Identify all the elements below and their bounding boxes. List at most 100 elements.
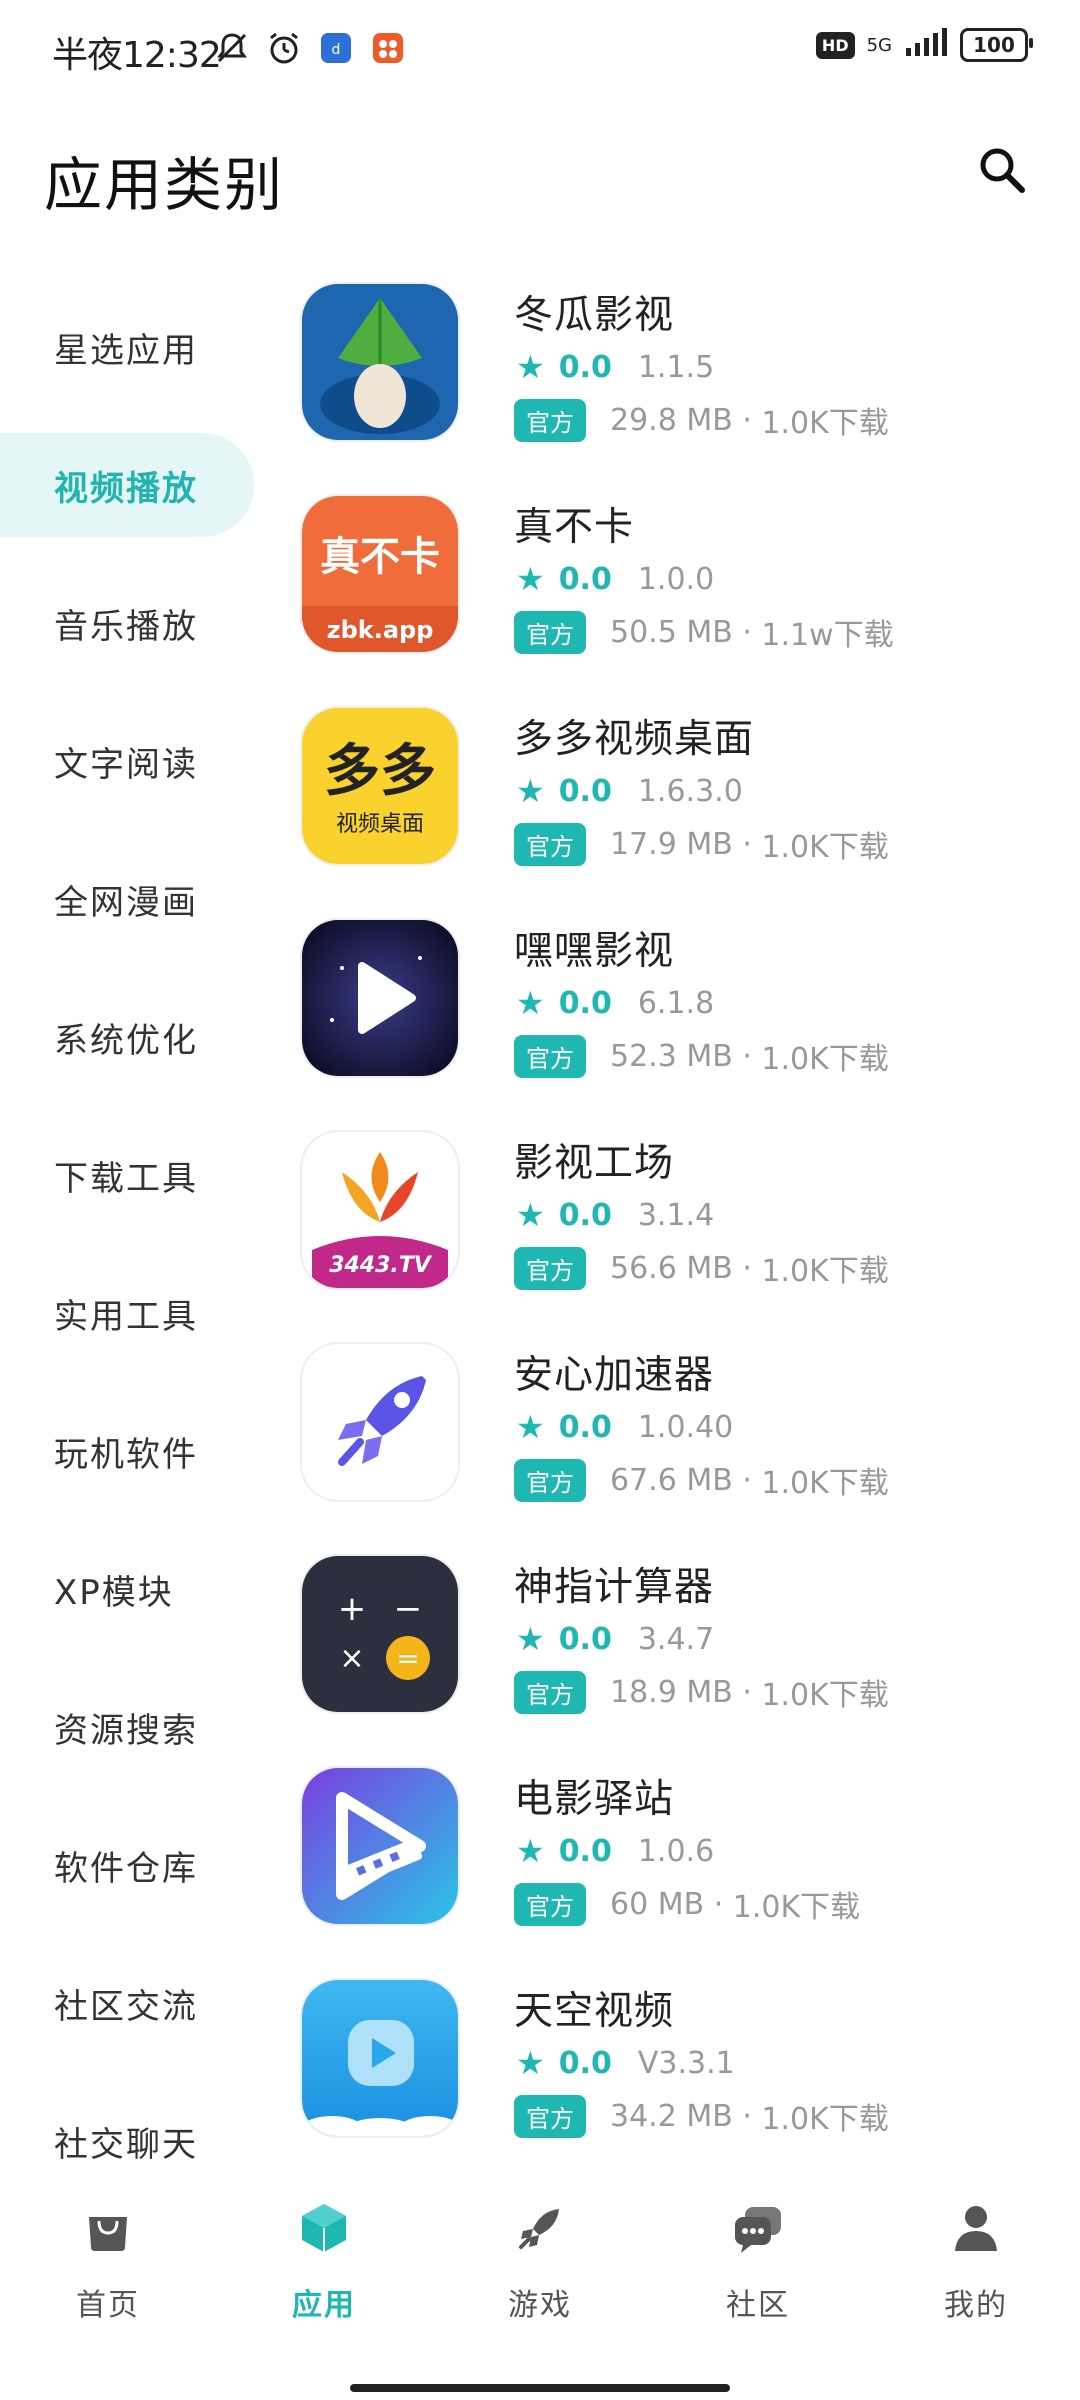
meta-separator: · [732, 402, 762, 438]
person-icon [946, 2198, 1006, 2258]
battery-icon: 100 [960, 28, 1033, 62]
nav-label: 游戏 [508, 2288, 572, 2323]
official-badge: 官方 [514, 610, 586, 654]
nav-apps[interactable]: 应用 [254, 2198, 394, 2324]
app-score: 0.0 [558, 1833, 612, 1869]
sidebar-item[interactable]: 社区交流 [0, 1934, 260, 2072]
sidebar-item[interactable]: 音乐播放 [0, 554, 260, 692]
film-app-icon[interactable] [302, 1768, 458, 1924]
app-size: 60 MB [610, 1886, 705, 1922]
app-rating: ★ 0.0 1.6.3.0 [516, 772, 743, 810]
app-list-item[interactable]: 3443.TV 影视工场 ★ 0.0 3.1.4 官方 56.6 MB · 1.… [300, 1128, 1060, 1340]
app-meta: 官方 17.9 MB · 1.0K下载 [514, 822, 889, 866]
duoduo-app-icon[interactable]: 多多 视频桌面 [302, 708, 458, 864]
bag-icon [78, 2198, 138, 2258]
app-version: 1.6.3.0 [637, 773, 743, 809]
search-icon [980, 148, 1025, 193]
sidebar-item[interactable]: 文字阅读 [0, 692, 260, 830]
sidebar-item[interactable]: 系统优化 [0, 968, 260, 1106]
app-list-item[interactable]: 天空视频 ★ 0.0 V3.3.1 官方 34.2 MB · 1.0K下载 [300, 1976, 1060, 2188]
app-rating: ★ 0.0 1.1.5 [516, 348, 714, 386]
app-list-item[interactable]: 真不卡 zbk.app 真不卡 ★ 0.0 1.0.0 官方 50.5 MB ·… [300, 492, 1060, 704]
app-meta: 官方 18.9 MB · 1.0K下载 [514, 1670, 889, 1714]
chat-icon [728, 2198, 788, 2258]
app-size: 29.8 MB [610, 402, 733, 438]
nav-community[interactable]: 社区 [688, 2198, 828, 2324]
svg-text:×: × [339, 1641, 364, 1676]
app-list-item[interactable]: 冬瓜影视 ★ 0.0 1.1.5 官方 29.8 MB · 1.0K下载 [300, 280, 1060, 492]
nav-games[interactable]: 游戏 [470, 2198, 610, 2324]
bell-muted-icon [212, 28, 252, 68]
rocket-app-icon[interactable] [302, 1344, 458, 1500]
app-name: 神指计算器 [514, 1565, 715, 1610]
phoenix-app-icon[interactable]: 3443.TV [302, 1132, 458, 1288]
official-badge: 官方 [514, 822, 586, 866]
app-score: 0.0 [558, 1409, 612, 1445]
app-version: V3.3.1 [637, 2045, 735, 2081]
app-name: 嘿嘿影视 [514, 929, 675, 974]
app-size: 18.9 MB [610, 1674, 733, 1710]
app-downloads: 1.0K下载 [761, 2102, 889, 2137]
sidebar-item-active[interactable]: 视频播放 [0, 433, 254, 537]
mushroom-app-icon[interactable] [302, 284, 458, 440]
nav-label: 首页 [76, 2288, 140, 2323]
bottom-nav: 首页 应用 游戏 社区 我的 [0, 2170, 1080, 2400]
app-size: 50.5 MB [610, 614, 733, 650]
sidebar-item[interactable]: 软件仓库 [0, 1796, 260, 1934]
icon-text: 多多 [324, 739, 436, 804]
app-list-item[interactable]: 安心加速器 ★ 0.0 1.0.40 官方 67.6 MB · 1.0K下载 [300, 1340, 1060, 1552]
official-badge: 官方 [514, 1034, 586, 1078]
app-size: 56.6 MB [610, 1250, 733, 1286]
rocket-icon [510, 2198, 570, 2258]
nav-label: 我的 [944, 2288, 1008, 2323]
app-name: 电影驿站 [514, 1777, 675, 1822]
home-indicator[interactable] [350, 2384, 730, 2392]
app-meta: 官方 34.2 MB · 1.0K下载 [514, 2094, 889, 2138]
category-sidebar: 星选应用 视频播放 音乐播放 文字阅读 全网漫画 系统优化 下载工具 实用工具 … [0, 278, 260, 2210]
star-icon: ★ [516, 348, 545, 386]
status-time: 半夜12:32 [52, 35, 222, 76]
sidebar-item[interactable]: 下载工具 [0, 1106, 260, 1244]
app-meta: 官方 50.5 MB · 1.1w下载 [514, 610, 894, 654]
app-size: 52.3 MB [610, 1038, 733, 1074]
official-badge: 官方 [514, 2094, 586, 2138]
star-icon: ★ [516, 1408, 545, 1446]
play-app-icon[interactable] [302, 920, 458, 1076]
cube-icon [294, 2198, 354, 2258]
app-score: 0.0 [558, 2045, 612, 2081]
sidebar-item[interactable]: 全网漫画 [0, 830, 260, 968]
app-downloads: 1.0K下载 [732, 1890, 861, 1925]
sidebar-item[interactable]: XP模块 [0, 1520, 260, 1658]
sidebar-item[interactable]: 玩机软件 [0, 1382, 260, 1520]
star-icon: ★ [516, 1620, 545, 1658]
official-badge: 官方 [514, 1882, 586, 1926]
calculator-app-icon[interactable]: + − × = [302, 1556, 458, 1712]
svg-text:+: + [338, 1589, 367, 1629]
sidebar-item[interactable]: 星选应用 [0, 278, 260, 416]
app-list-item[interactable]: 多多 视频桌面 多多视频桌面 ★ 0.0 1.6.3.0 官方 17.9 MB … [300, 704, 1060, 916]
hd-badge: HD [815, 31, 855, 59]
app-rating: ★ 0.0 1.0.6 [516, 1832, 714, 1870]
app-downloads: 1.1w下载 [761, 618, 894, 653]
app-name: 真不卡 [514, 505, 635, 550]
app-version: 1.1.5 [637, 349, 715, 385]
sidebar-item[interactable]: 实用工具 [0, 1244, 260, 1382]
meta-separator: · [732, 826, 762, 862]
svg-text:=: = [396, 1642, 419, 1675]
zbk-app-icon[interactable]: 真不卡 zbk.app [302, 496, 458, 652]
app-list-item[interactable]: 电影驿站 ★ 0.0 1.0.6 官方 60 MB · 1.0K下载 [300, 1764, 1060, 1976]
app-score: 0.0 [558, 561, 612, 597]
app-rating: ★ 0.0 1.0.40 [516, 1408, 733, 1446]
status-icons-left: d [212, 28, 408, 68]
nav-profile[interactable]: 我的 [906, 2198, 1046, 2324]
icon-subtext: 3443.TV [329, 1253, 431, 1278]
app-downloads: 1.0K下载 [761, 1466, 889, 1501]
meta-separator: · [732, 1038, 762, 1074]
sky-play-app-icon[interactable] [302, 1980, 458, 2136]
search-button[interactable] [972, 140, 1032, 200]
app-list-item[interactable]: 嘿嘿影视 ★ 0.0 6.1.8 官方 52.3 MB · 1.0K下载 [300, 916, 1060, 1128]
nav-home[interactable]: 首页 [38, 2198, 178, 2324]
app-list-item[interactable]: + − × = 神指计算器 ★ 0.0 3.4.7 官方 18.9 MB · 1.0K… [300, 1552, 1060, 1764]
app-score: 0.0 [558, 1621, 612, 1657]
sidebar-item[interactable]: 资源搜索 [0, 1658, 260, 1796]
